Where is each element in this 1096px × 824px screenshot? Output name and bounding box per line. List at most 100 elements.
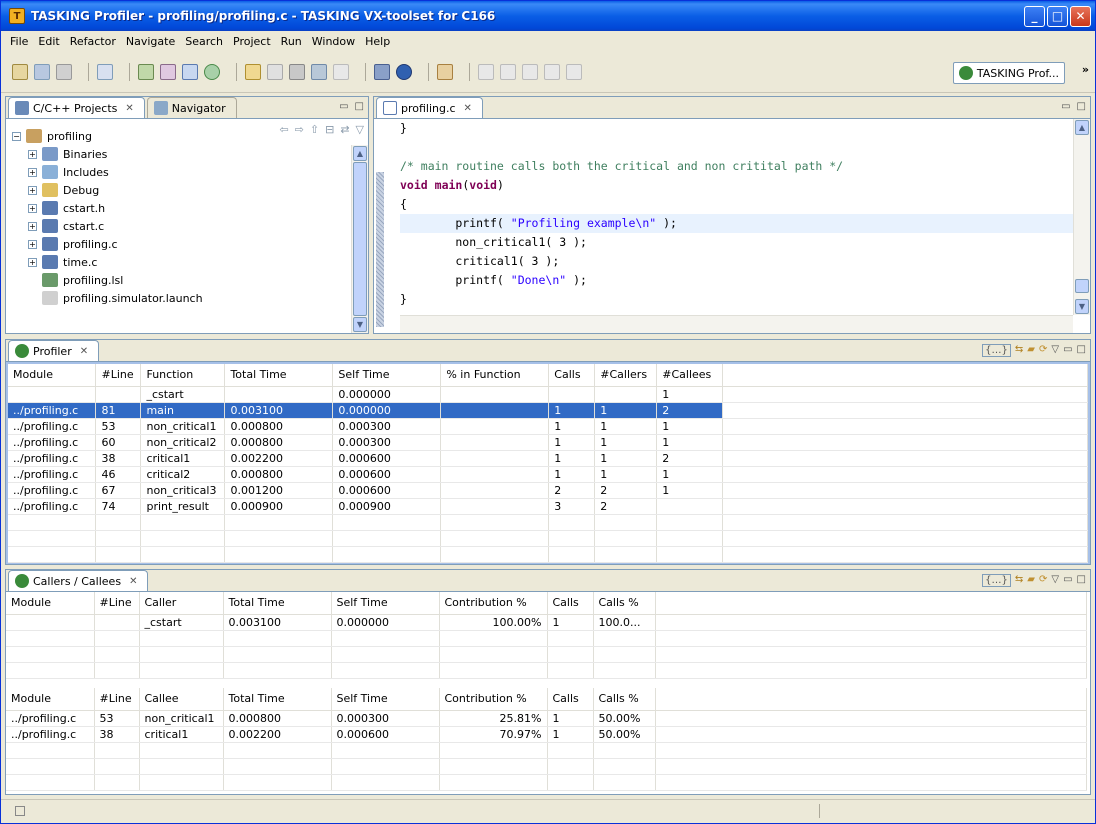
menu-item-window[interactable]: Window	[307, 35, 360, 48]
tree-item[interactable]: + cstart.h	[10, 199, 351, 217]
save-icon[interactable]	[34, 63, 50, 80]
file-icon[interactable]	[267, 63, 283, 80]
search-icon[interactable]	[245, 63, 261, 80]
previous-annotation-icon[interactable]	[500, 63, 516, 80]
more-perspectives-button[interactable]: »	[1082, 63, 1089, 76]
table-row[interactable]: _cstart 0.003100 0.000000 100.00% 1 100.0...	[6, 614, 1087, 631]
column-header[interactable]: Calls %	[593, 592, 656, 615]
tree-item[interactable]: + Binaries	[10, 145, 351, 163]
code-line[interactable]: void main(void)	[400, 176, 1073, 195]
new-class-icon[interactable]	[204, 63, 220, 80]
code-line[interactable]: critical1( 3 );	[400, 252, 1073, 271]
run-icon[interactable]	[396, 63, 412, 80]
tree-toggle-icon[interactable]: +	[28, 221, 37, 231]
close-icon[interactable]: ✕	[464, 103, 472, 114]
menu-item-search[interactable]: Search	[180, 35, 228, 48]
scroll-down-arrow[interactable]: ▼	[353, 317, 367, 332]
table-row[interactable]: ../profiling.c 60 non_critical2 0.000800 0.0…	[8, 434, 1088, 451]
debug-icon[interactable]	[374, 63, 390, 80]
tasking-app-icon[interactable]: T	[9, 8, 25, 24]
view-menu-icon[interactable]: ▽	[356, 123, 364, 136]
scroll-thumb[interactable]	[353, 162, 367, 316]
table-row[interactable]: ../profiling.c 53 non_critical1 0.000800 0.0…	[8, 418, 1088, 435]
column-header[interactable]: #Line	[94, 592, 140, 615]
tree-toggle-icon[interactable]: +	[28, 185, 37, 195]
tab-navigator[interactable]: Navigator	[146, 97, 237, 118]
tree-item[interactable]: + Debug	[10, 181, 351, 199]
tree-item[interactable]: + Includes	[10, 163, 351, 181]
scroll-up-arrow[interactable]: ▲	[1075, 120, 1089, 135]
next-annotation-icon[interactable]	[478, 63, 494, 80]
column-header[interactable]: Module	[8, 364, 97, 387]
menu-item-refactor[interactable]: Refactor	[65, 35, 121, 48]
column-header[interactable]: Total Time	[224, 364, 334, 387]
open-folder-icon[interactable]: ▰	[1027, 344, 1035, 357]
minimize-view-icon[interactable]: ▭	[339, 101, 348, 112]
view-menu-icon[interactable]: ▽	[1051, 344, 1059, 357]
projects-vertical-scrollbar[interactable]: ▲ ▼	[351, 145, 368, 333]
code-line[interactable]: printf( "Done\n" );	[400, 271, 1073, 290]
sync-icon[interactable]: ⟳	[1039, 344, 1047, 357]
open-folder-icon[interactable]: ▰	[1027, 574, 1035, 587]
column-header[interactable]: Calls	[548, 364, 596, 387]
tab-profiling-c[interactable]: profiling.c ✕	[376, 97, 483, 118]
table-row[interactable]: ../profiling.c 81 main 0.003100 0.000000 1 1 2	[8, 402, 1088, 419]
column-header[interactable]: #Line	[94, 688, 140, 711]
code-line[interactable]: /* main routine calls both the critical …	[400, 157, 1073, 176]
code-line[interactable]: printf( "Profiling example\n" );	[400, 214, 1073, 233]
menu-item-navigate[interactable]: Navigate	[121, 35, 180, 48]
tree-item[interactable]: profiling.lsl	[10, 271, 351, 289]
table-row[interactable]: ../profiling.c 53 non_critical1 0.000800 0.0…	[6, 710, 1087, 727]
column-header[interactable]: Caller	[139, 592, 224, 615]
column-header[interactable]: #Callees	[656, 364, 724, 387]
code-line[interactable]: {	[400, 195, 1073, 214]
maximize-button[interactable]: □	[1047, 5, 1068, 27]
new-source-file-icon[interactable]	[182, 63, 198, 80]
column-header[interactable]: Total Time	[223, 592, 332, 615]
tree-item[interactable]: − profiling	[10, 127, 351, 145]
register-icon[interactable]	[311, 63, 327, 80]
tree-item[interactable]: + profiling.c	[10, 235, 351, 253]
minimize-view-icon[interactable]: ▭	[1063, 574, 1072, 587]
code-line[interactable]	[400, 138, 1073, 157]
column-header[interactable]: #Callers	[594, 364, 658, 387]
perspective-switcher[interactable]: TASKING Prof...	[952, 62, 1065, 84]
column-header[interactable]: Module	[6, 592, 95, 615]
build-icon[interactable]	[97, 63, 113, 80]
tree-toggle-icon[interactable]: +	[28, 239, 37, 249]
tree-item[interactable]: + time.c	[10, 253, 351, 271]
scroll-up-arrow[interactable]: ▲	[353, 146, 367, 161]
column-header[interactable]: % in Function	[440, 364, 550, 387]
tree-toggle-icon[interactable]: +	[28, 257, 37, 267]
tree-item[interactable]: profiling.simulator.launch	[10, 289, 351, 307]
column-header[interactable]: #Line	[95, 364, 142, 387]
column-header[interactable]: Contribution %	[439, 592, 548, 615]
menu-item-edit[interactable]: Edit	[33, 35, 64, 48]
disabled-tool-icon[interactable]	[333, 63, 349, 80]
editor-vertical-scrollbar[interactable]: ▲ ▼	[1073, 119, 1090, 315]
close-icon[interactable]: ✕	[80, 346, 88, 357]
close-icon[interactable]: ✕	[129, 576, 137, 587]
menu-item-run[interactable]: Run	[276, 35, 307, 48]
tree-toggle-icon[interactable]: +	[28, 149, 37, 159]
column-header[interactable]: Self Time	[331, 592, 440, 615]
new-folder-icon[interactable]	[160, 63, 176, 80]
column-header[interactable]: Calls	[547, 592, 594, 615]
maximize-view-icon[interactable]: □	[1077, 344, 1086, 357]
minimize-view-icon[interactable]: ▭	[1063, 344, 1072, 357]
column-header[interactable]: Self Time	[331, 688, 440, 711]
column-header[interactable]: Calls	[547, 688, 594, 711]
last-edit-icon[interactable]	[522, 63, 538, 80]
title-bar[interactable]: T TASKING Profiler - profiling/profiling…	[1, 1, 1095, 31]
table-row[interactable]: ../profiling.c 67 non_critical3 0.001200 0.0…	[8, 482, 1088, 499]
view-menu-icon[interactable]: ▽	[1051, 574, 1059, 587]
maximize-view-icon[interactable]: □	[355, 101, 364, 112]
folding-range-marker[interactable]	[376, 172, 384, 327]
code-line[interactable]: }	[400, 290, 1073, 309]
menu-item-project[interactable]: Project	[228, 35, 276, 48]
print-icon[interactable]	[56, 63, 72, 80]
column-header[interactable]: Module	[6, 688, 95, 711]
editor-ruler[interactable]	[374, 119, 400, 327]
refresh-icon[interactable]: ⇆	[1015, 344, 1023, 357]
maximize-view-icon[interactable]: □	[1077, 574, 1086, 587]
